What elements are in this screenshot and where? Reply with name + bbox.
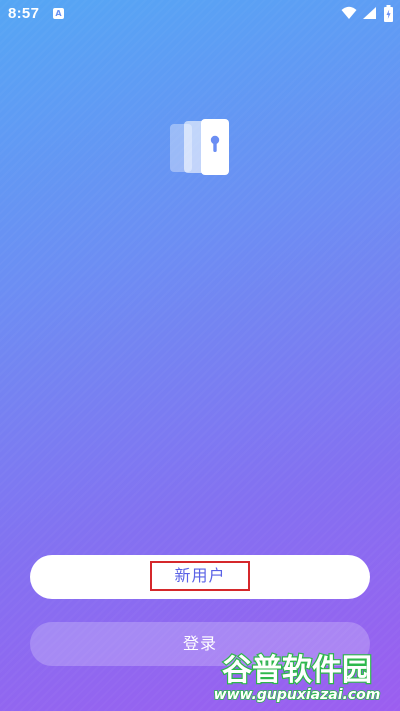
- notification-badge-icon: A: [53, 8, 64, 19]
- new-user-button[interactable]: 新用户: [30, 555, 370, 599]
- wifi-icon: [341, 6, 357, 19]
- signal-icon: [363, 7, 376, 19]
- app-logo-icon: [170, 119, 229, 175]
- watermark-logo: 谷普软件园 www.gupuxiazai.com: [213, 652, 381, 704]
- battery-charging-icon: [384, 5, 393, 22]
- new-user-label: 新用户: [150, 561, 250, 591]
- status-bar: 8:57 A: [0, 0, 400, 28]
- status-time: 8:57: [8, 5, 40, 22]
- watermark-url: www.gupuxiazai.com: [214, 687, 381, 703]
- watermark-brand: 谷普软件园: [222, 653, 372, 688]
- welcome-screen: 8:57 A 新用户 登录 谷普软件园 www.gupuxiazai.com: [0, 0, 400, 711]
